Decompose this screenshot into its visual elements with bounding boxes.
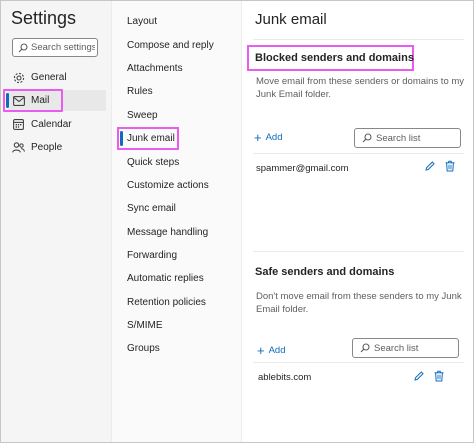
blocked-senders-heading: Blocked senders and domains: [255, 52, 414, 64]
plus-icon: +: [254, 130, 262, 145]
mail-nav-layout[interactable]: Layout: [127, 16, 157, 27]
title-divider: [253, 39, 464, 40]
plus-icon: +: [257, 343, 265, 358]
safe-search-list-field[interactable]: [352, 338, 459, 358]
safe-entry: ablebits.com: [258, 372, 312, 383]
mail-nav-forwarding[interactable]: Forwarding: [127, 250, 177, 261]
section-divider: [253, 251, 464, 252]
nav-people[interactable]: People: [8, 137, 106, 158]
search-icon: [18, 42, 28, 52]
search-settings-field[interactable]: [12, 38, 98, 57]
blocked-search-list-input[interactable]: [376, 132, 446, 144]
mail-nav-quick-steps[interactable]: Quick steps: [127, 157, 179, 168]
gear-icon: [12, 71, 25, 84]
junk-email-highlight-box: [117, 127, 179, 150]
mail-nav-sync-email[interactable]: Sync email: [127, 203, 176, 214]
mail-nav-smime[interactable]: S/MIME: [127, 320, 163, 331]
nav-people-label: People: [31, 142, 63, 153]
safe-senders-heading: Safe senders and domains: [255, 266, 395, 278]
nav-general[interactable]: General: [8, 67, 106, 88]
mail-highlight-box: [3, 89, 63, 112]
edit-icon[interactable]: [424, 160, 436, 172]
nav-calendar-label: Calendar: [31, 119, 72, 130]
edit-icon[interactable]: [413, 370, 425, 382]
safe-search-list-input[interactable]: [374, 342, 444, 354]
mail-nav-compose-and-reply[interactable]: Compose and reply: [127, 40, 214, 51]
safe-add-label: Add: [268, 345, 286, 356]
calendar-icon: [12, 118, 25, 131]
blocked-add-button[interactable]: + Add: [254, 131, 283, 144]
mail-nav-automatic-replies[interactable]: Automatic replies: [127, 273, 204, 284]
mail-nav-retention-policies[interactable]: Retention policies: [127, 297, 206, 308]
blocked-add-label: Add: [265, 132, 283, 143]
blocked-entry: spammer@gmail.com: [256, 163, 349, 174]
settings-title: Settings: [11, 8, 77, 28]
search-icon: [362, 133, 372, 143]
safe-add-button[interactable]: + Add: [257, 344, 286, 357]
delete-icon[interactable]: [433, 370, 445, 382]
mail-nav-message-handling[interactable]: Message handling: [127, 227, 208, 238]
mail-nav-rules[interactable]: Rules: [127, 86, 153, 97]
safe-list-divider: [253, 362, 464, 363]
safe-senders-description: Don't move email from these senders to m…: [256, 291, 462, 315]
mail-nav-customize-actions[interactable]: Customize actions: [127, 180, 209, 191]
blocked-senders-description: Move email from these senders or domains…: [256, 76, 465, 100]
search-settings-input[interactable]: [31, 42, 95, 53]
nav-general-label: General: [31, 72, 67, 83]
search-icon: [360, 343, 370, 353]
delete-icon[interactable]: [444, 160, 456, 172]
blocked-search-list-field[interactable]: [354, 128, 461, 148]
mail-nav-attachments[interactable]: Attachments: [127, 63, 183, 74]
blocked-list-divider: [253, 153, 464, 154]
mail-nav-sweep[interactable]: Sweep: [127, 110, 158, 121]
mail-nav-groups[interactable]: Groups: [127, 343, 160, 354]
page-title: Junk email: [255, 11, 327, 28]
people-icon: [12, 141, 25, 154]
nav-calendar[interactable]: Calendar: [8, 114, 106, 135]
